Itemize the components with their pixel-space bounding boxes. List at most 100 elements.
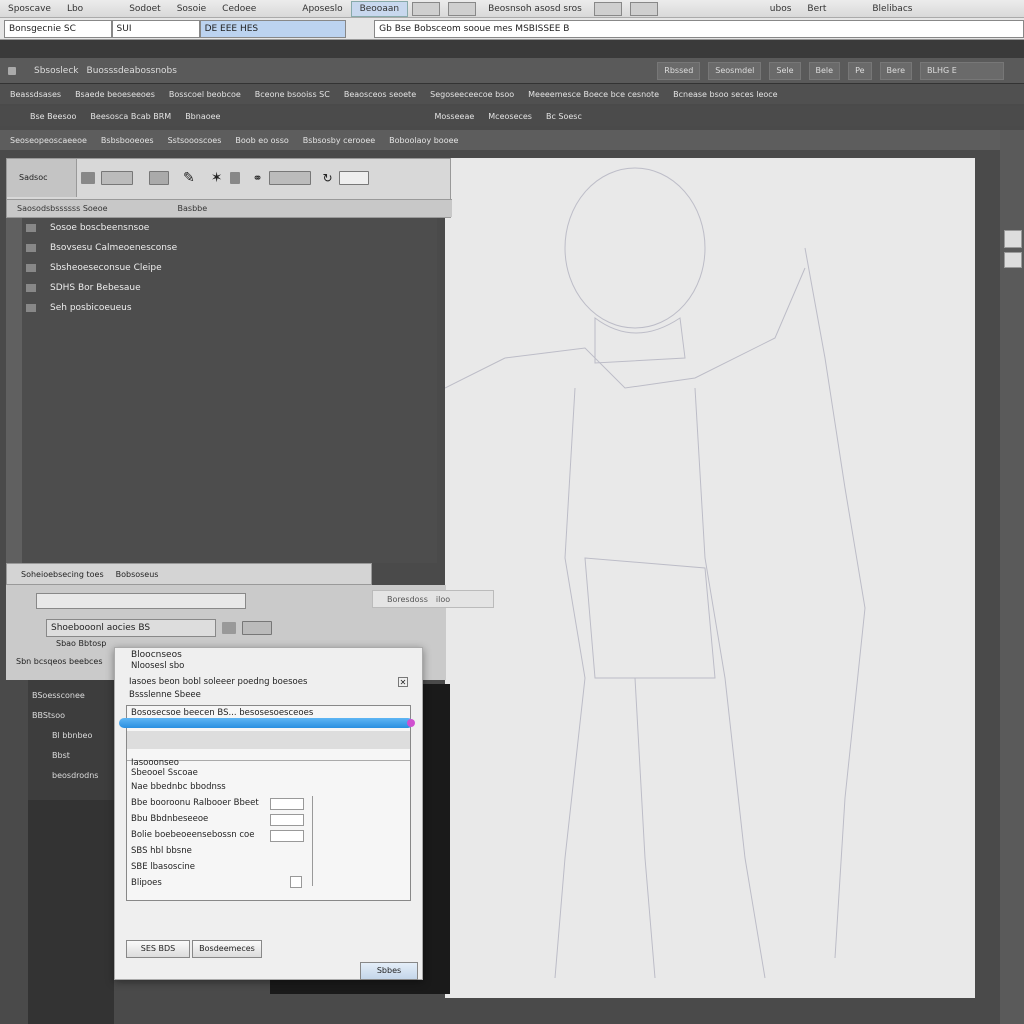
panel-toggle-icon[interactable] <box>1004 230 1022 248</box>
panel-toggle-icon[interactable] <box>1004 252 1022 268</box>
menu-item-highlight[interactable]: Beooaan <box>350 0 409 17</box>
small-field[interactable] <box>290 876 302 888</box>
tool-option[interactable]: Segoseeceecoe bsoo <box>430 90 514 99</box>
list-item[interactable]: SBS hbl bbsne <box>131 846 192 856</box>
property-slider[interactable] <box>36 593 246 609</box>
list-item[interactable]: Bbu Bbdnbeseeoe <box>131 814 208 824</box>
menu-item-4[interactable]: Sosoie <box>169 4 214 14</box>
menu-icon[interactable] <box>8 66 16 75</box>
sub-option[interactable]: Mosseeae <box>434 112 474 121</box>
lock-icon[interactable] <box>230 172 241 184</box>
selected-item[interactable]: Bososecsoe beecen BS... besosesoesceoes <box>131 708 313 718</box>
toolbar-icon[interactable] <box>448 1 477 16</box>
sub-option[interactable]: Mceoseces <box>488 112 532 121</box>
size-field[interactable]: SUI <box>111 19 200 38</box>
small-field[interactable] <box>270 814 304 826</box>
link-icon[interactable]: ⚭ <box>252 171 262 185</box>
layer-item[interactable]: Sbsheoeseconsue Cleipe <box>26 258 437 278</box>
small-button-4[interactable]: Bere <box>879 61 912 80</box>
layer-item[interactable]: Bsovsesu Calmeoenesconse <box>26 238 437 258</box>
footer-label[interactable]: Soheioebsecing toes <box>21 570 104 579</box>
document-tab[interactable]: Boboolaoy booee <box>389 136 458 145</box>
sub-option[interactable]: Bse Beesoo <box>30 112 76 121</box>
small-button-1[interactable]: Sele <box>769 61 801 80</box>
dialog-button-1[interactable]: SES BDS <box>126 940 190 958</box>
dialog-button-2[interactable]: Bosdeemeces <box>192 940 262 958</box>
preset-field[interactable]: DE EEE HES <box>199 19 347 38</box>
document-tab[interactable]: Bsbsosby cerooee <box>303 136 375 145</box>
frame-icon[interactable] <box>149 171 169 185</box>
menu-item-right-1[interactable]: ubos <box>762 4 800 14</box>
canvas-area[interactable] <box>444 158 975 998</box>
tool-option[interactable]: Bcnease bsoo seces leoce <box>673 90 777 99</box>
star-icon[interactable]: ✶ <box>211 170 223 186</box>
list-item[interactable]: SBE lbasoscine <box>131 862 195 872</box>
list-row[interactable] <box>127 731 410 749</box>
small-button-3[interactable]: Pe <box>848 61 872 80</box>
tool-option[interactable]: Bosscoel beobcoe <box>169 90 241 99</box>
layer-thumbnail <box>26 263 36 272</box>
layer-item[interactable]: Sosoe boscbeensnsoe <box>26 218 437 238</box>
pen-icon[interactable]: ✎ <box>183 170 195 186</box>
menu-item-1[interactable]: Sposcave <box>0 4 59 14</box>
blend-icon[interactable] <box>268 171 311 185</box>
list-item[interactable]: Blipoes <box>131 878 162 888</box>
menu-item-right-3[interactable]: Blelibacs <box>864 4 920 14</box>
grid-icon[interactable] <box>81 172 95 184</box>
list-item[interactable]: Bolie boebeoeensebossn coe <box>131 830 255 840</box>
menu-item-2[interactable]: Lbo <box>59 4 91 14</box>
lower-item[interactable]: BSoessconee <box>32 686 110 706</box>
toolbar-icon[interactable] <box>412 1 441 16</box>
panel-title-2[interactable]: Buosssdeabossnobs <box>87 66 177 76</box>
selection-highlight[interactable] <box>119 718 415 728</box>
panel-button-1[interactable]: Rbssed <box>657 61 701 80</box>
panel-button-2[interactable]: Seosmdel <box>708 61 762 80</box>
handle-icon[interactable] <box>407 719 415 727</box>
list-item[interactable]: Nae bbednbc bbodnss <box>131 782 226 792</box>
tool-option[interactable]: Bceone bsooiss SC <box>255 90 330 99</box>
toolbar-icon[interactable] <box>629 1 658 16</box>
opacity-icon[interactable] <box>338 171 369 185</box>
small-field[interactable] <box>270 830 304 842</box>
footer-label-2[interactable]: Bobsoseus <box>116 570 159 579</box>
menu-item-3[interactable]: Sodoet <box>121 4 169 14</box>
menu-item-5[interactable]: Cedoee <box>214 4 264 14</box>
lower-item[interactable]: Bbst beosdrodns <box>32 746 110 786</box>
layers-sub-2[interactable]: Basbbe <box>178 204 208 213</box>
toggle-icon[interactable] <box>101 171 133 185</box>
ok-button[interactable]: Sbbes <box>360 962 418 980</box>
list-item[interactable]: Bbe booroonu Ralbooer Bbeet <box>131 798 259 808</box>
toolbar-icon[interactable] <box>593 1 622 16</box>
tool-option[interactable]: Meeeemesce Boece bce cesnote <box>528 90 659 99</box>
document-field[interactable]: Bonsgecnie SC <box>4 19 112 38</box>
layer-item[interactable]: SDHS Bor Bebesaue <box>26 278 437 298</box>
panel-button-3[interactable]: BLHG E <box>920 61 1004 80</box>
menu-item-right-2[interactable]: Bert <box>799 4 834 14</box>
sub-option[interactable]: Bbnaoee <box>185 112 220 121</box>
property-icon[interactable] <box>242 621 272 635</box>
lower-item[interactable]: BBStsoo <box>32 706 110 726</box>
document-tab[interactable]: Boob eo osso <box>235 136 288 145</box>
panel-title-1[interactable]: Sbsosleck <box>34 66 79 76</box>
document-tab[interactable]: Sstsoooscoes <box>168 136 222 145</box>
layers-sub-1[interactable]: Saosodsbssssss Soeoe <box>17 204 108 213</box>
tool-option[interactable]: Bsaede beoeseeoes <box>75 90 155 99</box>
document-tab[interactable]: Seoseopeoscaeeoe <box>10 136 87 145</box>
layer-item[interactable]: Seh posbicoeueus <box>26 298 437 318</box>
small-button-2[interactable]: Bele <box>808 61 841 80</box>
tool-option[interactable]: Beaosceos seoete <box>344 90 416 99</box>
menu-item-6[interactable]: Aposeslo <box>294 4 350 14</box>
lower-item[interactable]: Bl bbnbeo <box>32 726 110 746</box>
sub-option[interactable]: Beesosca Bcab BRM <box>90 112 171 121</box>
path-field[interactable]: Gb Bse Bobsceom sooue mes MSBISSEE B <box>374 19 1024 38</box>
small-field[interactable] <box>270 798 304 810</box>
tool-option[interactable]: Beassdsases <box>10 90 61 99</box>
refresh-icon[interactable]: ↻ <box>323 171 333 185</box>
sub-option[interactable]: Bc Soesc <box>546 112 582 121</box>
document-tab[interactable]: Bsbsbooeoes <box>101 136 154 145</box>
property-icon[interactable] <box>222 622 236 634</box>
dialog: Bloocnseos Nloosesl sbo Iasoes beon bobl… <box>114 647 423 980</box>
close-icon[interactable]: ✕ <box>398 677 408 687</box>
layers-title[interactable]: Sadsoc <box>7 159 77 197</box>
property-field[interactable]: Shoebooonl aocies BS <box>46 619 216 637</box>
